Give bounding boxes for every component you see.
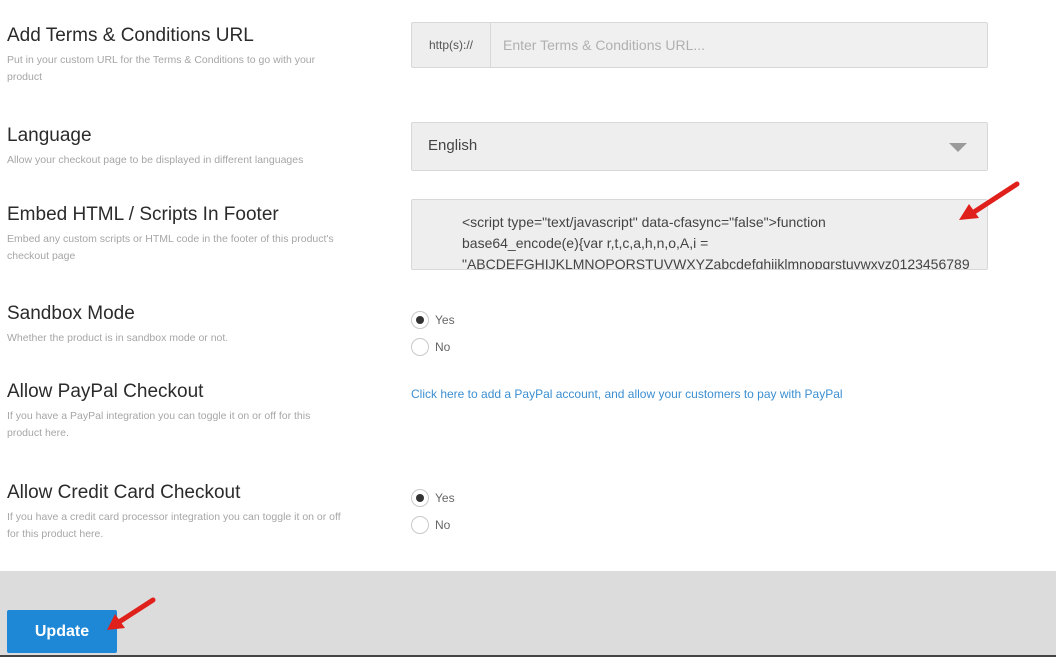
sandbox-yes-radio[interactable] — [411, 310, 429, 329]
sandbox-no-label: No — [435, 339, 451, 354]
sandbox-no-radio[interactable] — [411, 337, 429, 356]
language-section-label: Language Allow your checkout page to be … — [7, 125, 347, 169]
embed-title: Embed HTML / Scripts In Footer — [7, 204, 279, 225]
credit-card-no-radio[interactable] — [411, 515, 429, 534]
sandbox-yes-label: Yes — [435, 312, 455, 327]
credit-card-description: If you have a credit card processor inte… — [7, 511, 341, 540]
url-prefix-addon: http(s):// — [411, 22, 490, 68]
credit-card-title: Allow Credit Card Checkout — [7, 482, 241, 503]
terms-description: Put in your custom URL for the Terms & C… — [7, 54, 316, 83]
sandbox-no-option[interactable]: No — [411, 333, 455, 360]
sandbox-title: Sandbox Mode — [7, 303, 135, 324]
code-line: base64_encode(e){var r,t,c,a,h,n,o,A,i = — [462, 235, 709, 251]
credit-card-no-label: No — [435, 517, 451, 532]
paypal-title: Allow PayPal Checkout — [7, 381, 204, 402]
terms-section-label: Add Terms & Conditions URL Put in your c… — [7, 25, 347, 86]
sandbox-description: Whether the product is in sandbox mode o… — [7, 332, 229, 344]
sandbox-radio-group: Yes No — [411, 306, 455, 360]
terms-url-input[interactable] — [490, 22, 988, 68]
embed-description: Embed any custom scripts or HTML code in… — [7, 233, 334, 262]
language-selected-value: English — [428, 137, 478, 154]
update-button[interactable]: Update — [7, 610, 117, 653]
code-line: <script type="text/javascript" data-cfas… — [462, 214, 826, 230]
terms-title: Add Terms & Conditions URL — [7, 25, 254, 46]
language-select[interactable]: English — [411, 122, 988, 171]
language-title: Language — [7, 125, 92, 146]
code-line: "ABCDEFGHIJKLMNOPQRSTUVWXYZabcdefghijklm… — [462, 256, 970, 270]
paypal-section-label: Allow PayPal Checkout If you have a PayP… — [7, 381, 347, 442]
add-paypal-account-link[interactable]: Click here to add a PayPal account, and … — [411, 387, 843, 401]
product-settings-page: Add Terms & Conditions URL Put in your c… — [0, 0, 1056, 657]
credit-card-yes-label: Yes — [435, 490, 455, 505]
embed-code-content: <script type="text/javascript" data-cfas… — [462, 212, 987, 270]
credit-card-no-option[interactable]: No — [411, 511, 455, 538]
language-description: Allow your checkout page to be displayed… — [7, 154, 304, 166]
sandbox-yes-option[interactable]: Yes — [411, 306, 455, 333]
terms-url-group: http(s):// — [411, 22, 988, 68]
chevron-down-icon — [949, 143, 967, 152]
credit-card-yes-radio[interactable] — [411, 488, 429, 507]
embed-section-label: Embed HTML / Scripts In Footer Embed any… — [7, 204, 347, 265]
credit-card-yes-option[interactable]: Yes — [411, 484, 455, 511]
credit-card-radio-group: Yes No — [411, 484, 455, 538]
credit-card-section-label: Allow Credit Card Checkout If you have a… — [7, 482, 347, 543]
footer-bar: Update — [0, 571, 1056, 657]
sandbox-section-label: Sandbox Mode Whether the product is in s… — [7, 303, 347, 347]
embed-code-textarea[interactable]: <script type="text/javascript" data-cfas… — [411, 199, 988, 270]
paypal-description: If you have a PayPal integration you can… — [7, 410, 311, 439]
